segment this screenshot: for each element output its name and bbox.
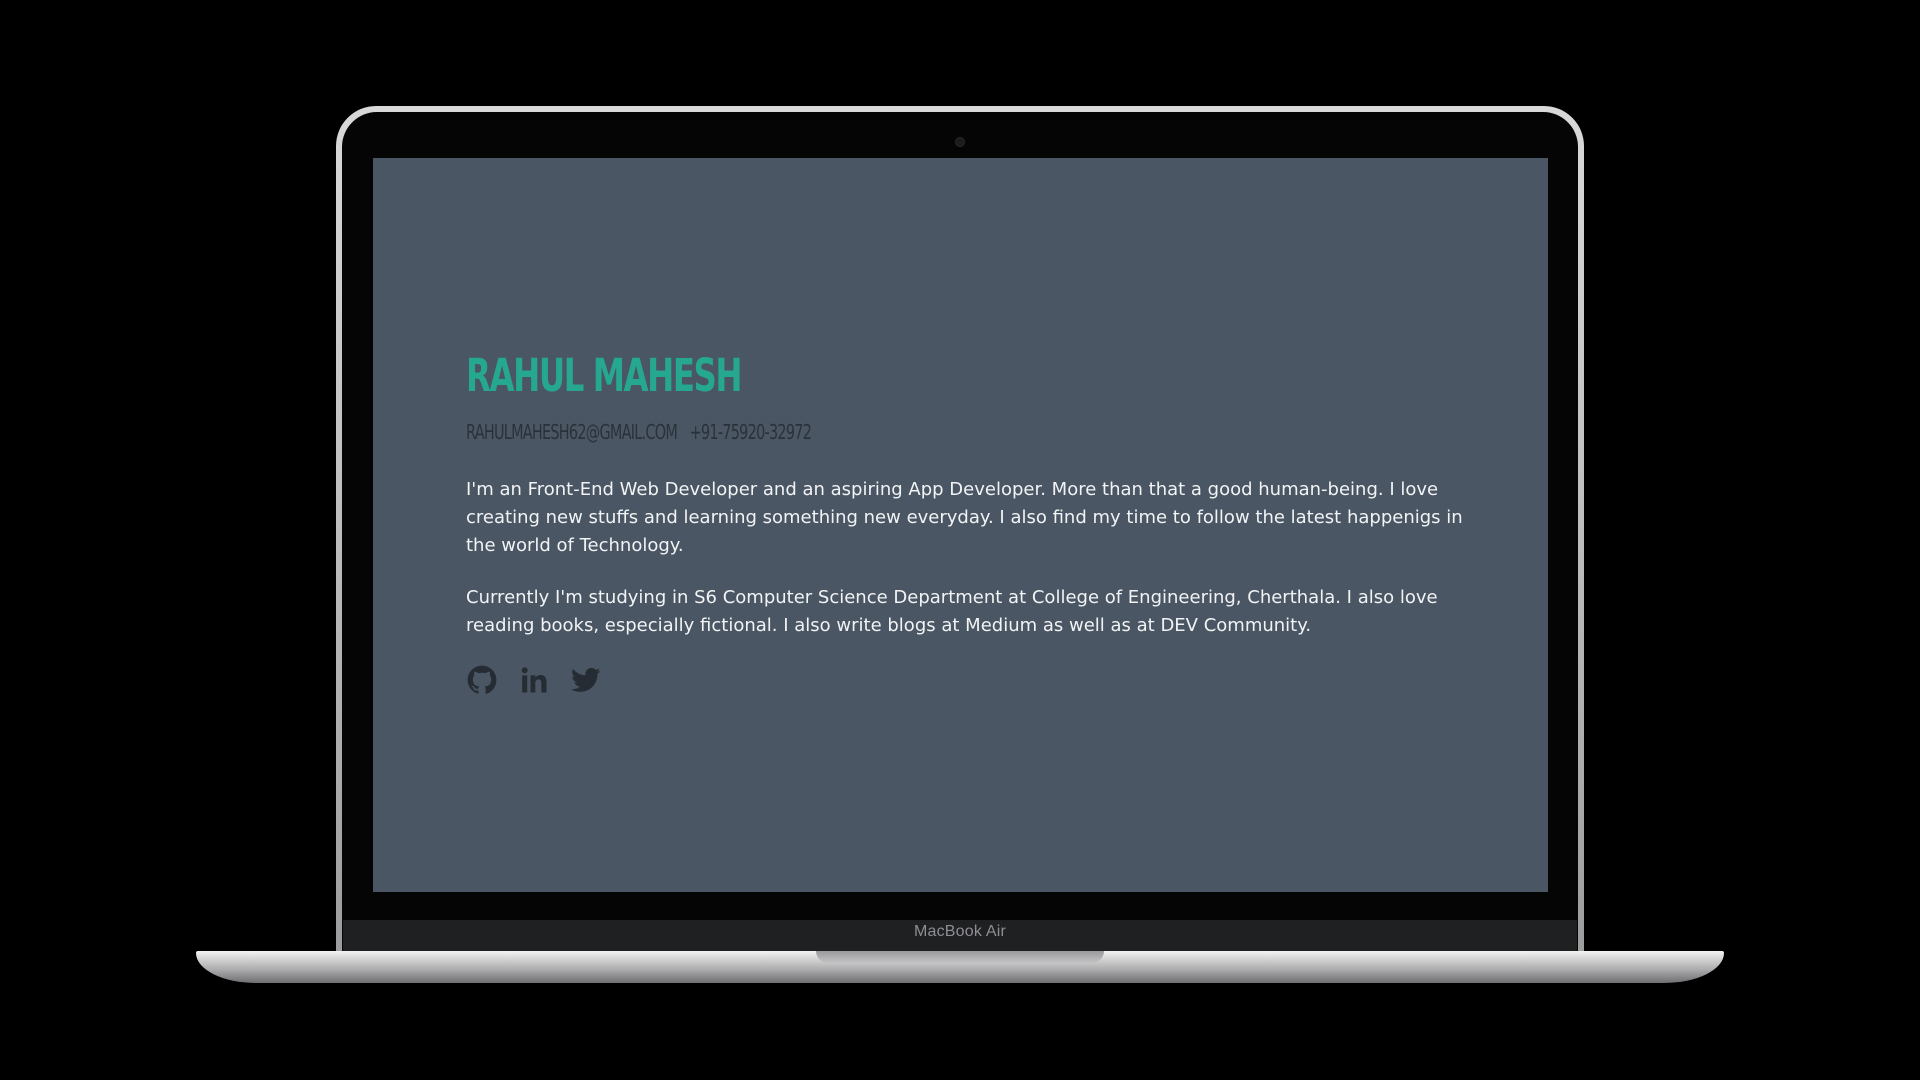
bio: I'm an Front-End Web Developer and an as… (466, 476, 1496, 640)
social-links (466, 664, 1496, 696)
profile-name: RAHUL MAHESH (466, 349, 743, 402)
linkedin-icon (521, 667, 547, 693)
camera-icon (955, 137, 965, 147)
laptop-notch (816, 951, 1104, 963)
laptop-screen: RAHUL MAHESH RAHULMAHESH62@GMAIL.COM +91… (373, 158, 1548, 892)
stage: RAHUL MAHESH RAHULMAHESH62@GMAIL.COM +91… (0, 0, 1920, 1080)
contact-line: RAHULMAHESH62@GMAIL.COM +91-75920-32972 (466, 420, 1208, 444)
bio-paragraph: I'm an Front-End Web Developer and an as… (466, 479, 1463, 556)
phone-link[interactable]: +91-75920-32972 (690, 420, 812, 444)
email-link[interactable]: RAHULMAHESH62@GMAIL.COM (466, 420, 678, 444)
twitter-link[interactable] (570, 664, 602, 696)
twitter-icon (571, 667, 601, 692)
bio-paragraph: Currently I'm studying in S6 Computer Sc… (466, 587, 1438, 636)
profile-section: RAHUL MAHESH RAHULMAHESH62@GMAIL.COM +91… (466, 348, 1496, 696)
github-icon (467, 665, 497, 694)
linkedin-link[interactable] (518, 664, 550, 696)
github-link[interactable] (466, 664, 498, 696)
device-label: MacBook Air (913, 923, 1006, 940)
